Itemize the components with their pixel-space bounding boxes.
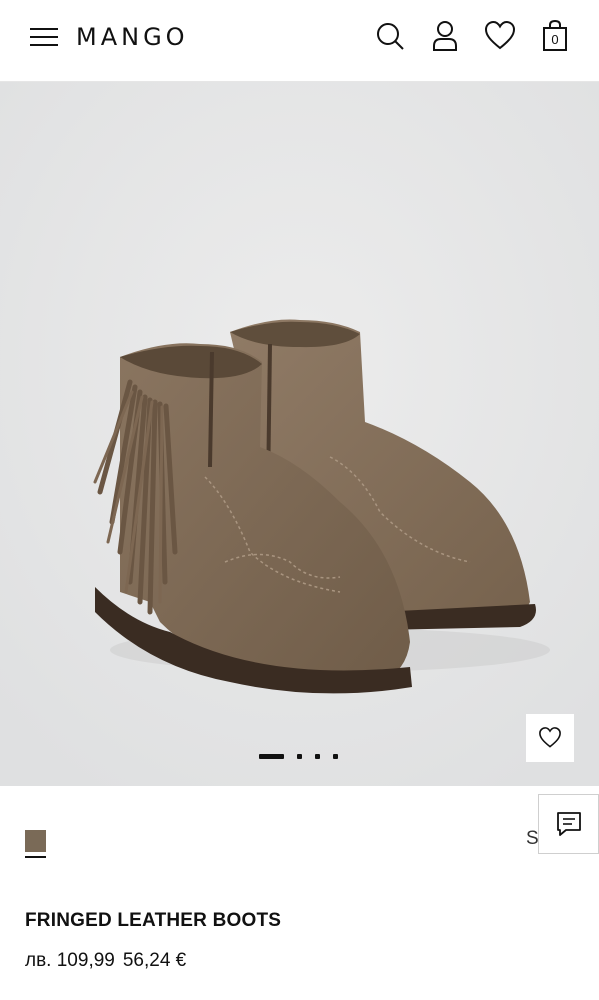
gallery-dot-1[interactable] xyxy=(259,754,284,759)
user-icon[interactable] xyxy=(427,18,463,54)
chat-button[interactable] xyxy=(538,794,599,854)
swatch-selected-indicator xyxy=(25,856,46,858)
hamburger-menu-icon[interactable] xyxy=(28,26,60,48)
chat-icon xyxy=(556,812,581,836)
brand-logo[interactable]: MANGO xyxy=(76,22,189,52)
site-header: MANGO 0 xyxy=(0,0,599,82)
bag-count: 0 xyxy=(551,32,559,47)
color-swatch-sand[interactable] xyxy=(25,830,46,852)
search-icon[interactable] xyxy=(372,18,408,54)
price-eur: 56,24 € xyxy=(122,950,187,971)
gallery-dot-4[interactable] xyxy=(333,754,338,759)
price-bgn: лв. 109,99 xyxy=(25,950,115,971)
product-image xyxy=(0,82,599,786)
product-title: FRINGED LEATHER BOOTS xyxy=(25,910,282,931)
gallery-dot-2[interactable] xyxy=(297,754,302,759)
heart-icon[interactable] xyxy=(482,18,518,54)
gallery-dot-3[interactable] xyxy=(315,754,320,759)
heart-icon xyxy=(539,727,561,748)
product-image-gallery[interactable] xyxy=(0,82,599,786)
price-row: лв. 109,99 56,24 € xyxy=(25,950,186,972)
gallery-pagination xyxy=(0,754,599,764)
shopping-bag-icon[interactable]: 0 xyxy=(537,18,573,54)
